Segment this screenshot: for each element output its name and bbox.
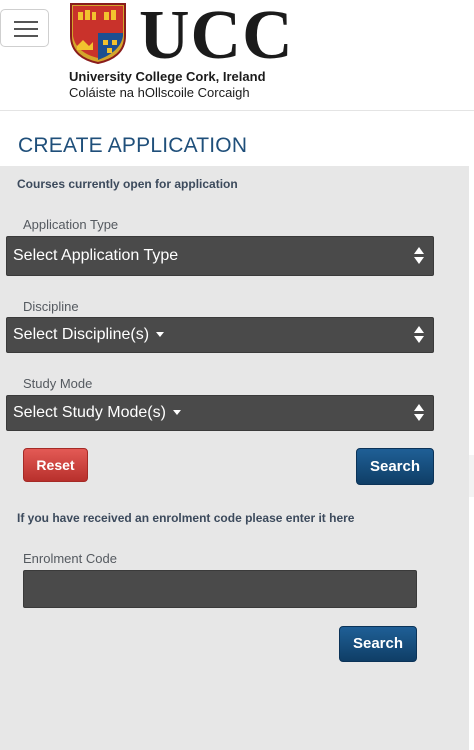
chevron-down-icon (156, 332, 165, 338)
hamburger-menu-icon (14, 21, 38, 23)
application-type-select[interactable]: Select Application Type (6, 236, 434, 276)
application-type-label: Application Type (23, 217, 119, 232)
study-mode-select-display: Select Study Mode(s) (13, 404, 181, 422)
study-mode-select[interactable]: Select Study Mode(s) (6, 395, 434, 431)
chevron-down-icon (172, 410, 181, 416)
reset-button[interactable]: Reset (23, 448, 88, 482)
logo-wordmark: UCC (139, 0, 294, 74)
discipline-label: Discipline (23, 299, 79, 314)
enrolment-code-hint: If you have received an enrolment code p… (17, 511, 355, 525)
study-mode-value: Select Study Mode(s) (13, 404, 166, 421)
select-arrows-icon (414, 247, 424, 265)
search-enrolment-button[interactable]: Search (339, 626, 417, 662)
discipline-select[interactable]: Select Discipline(s) (6, 317, 434, 353)
page-title: CREATE APPLICATION (18, 134, 248, 157)
hamburger-bar (14, 28, 38, 30)
search-courses-button[interactable]: Search (356, 448, 434, 485)
ucc-logo[interactable]: UCC University College Cork, Ireland Col… (66, 0, 293, 102)
discipline-select-display: Select Discipline(s) (13, 326, 165, 344)
hamburger-bar (14, 35, 38, 37)
logo-name-english: University College Cork, Ireland (69, 69, 266, 84)
select-arrows-icon (414, 326, 424, 344)
enrolment-code-label: Enrolment Code (23, 551, 117, 566)
discipline-value: Select Discipline(s) (13, 326, 150, 343)
ucc-crest-icon (70, 3, 126, 64)
study-mode-label: Study Mode (23, 376, 93, 391)
application-type-value: Select Application Type (13, 247, 179, 264)
select-arrows-icon (414, 404, 424, 422)
site-header: UCC University College Cork, Ireland Col… (0, 0, 474, 111)
logo-name-irish: Coláiste na hOllscoile Corcaigh (69, 85, 250, 100)
panel-edge (469, 455, 474, 497)
enrolment-code-input[interactable] (23, 570, 417, 608)
menu-toggle-button[interactable] (0, 9, 49, 47)
open-courses-heading: Courses currently open for application (17, 177, 238, 191)
